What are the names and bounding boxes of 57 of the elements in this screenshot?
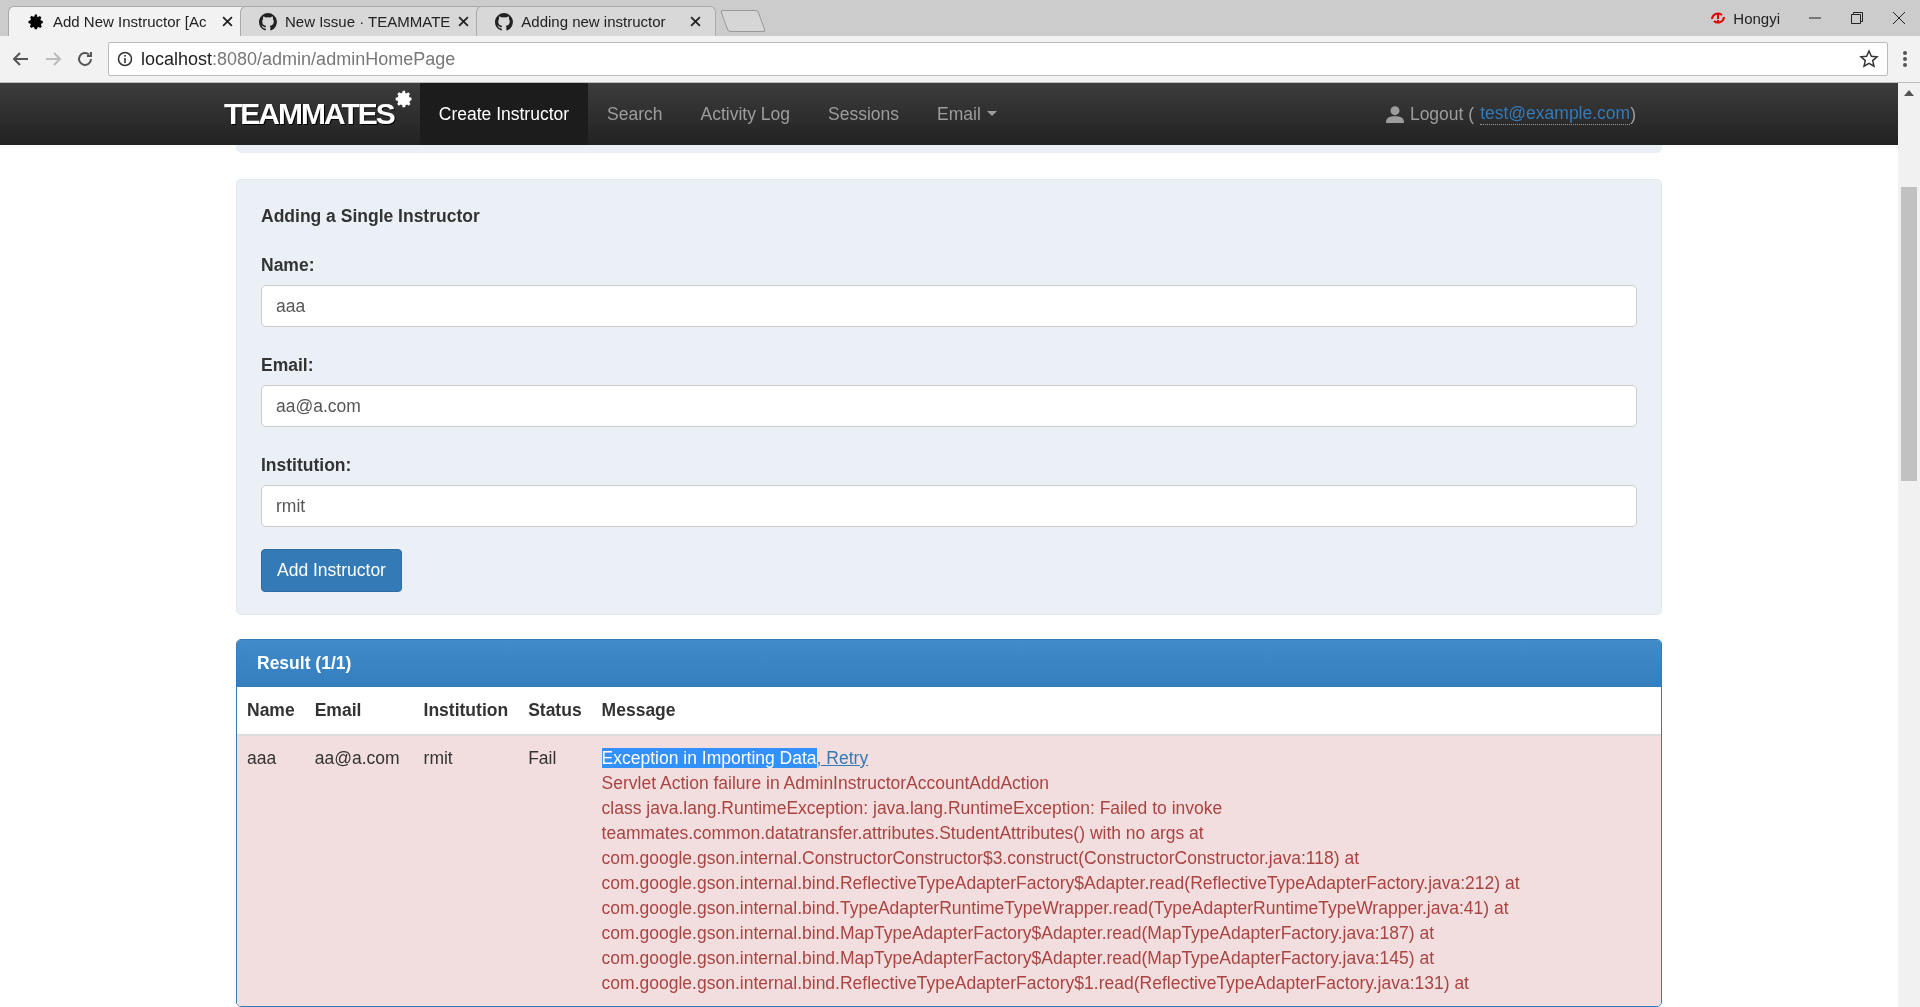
user-icon: [1385, 105, 1404, 123]
logout-link[interactable]: Logout (: [1409, 103, 1475, 125]
tab-title: Add New Instructor [Ac: [53, 13, 208, 30]
tab-title: New Issue · TEAMMATE: [285, 13, 451, 30]
error-line: com.google.gson.internal.bind.TypeAdapterRuntimeTypeWrapper.read(TypeAdapterRuntimeTypeWrapper.java:41) at: [601, 897, 1510, 920]
error-line: com.google.gson.internal.bind.MapTypeAdapterFactory$Adapter.read(MapTypeAdapterFactory.java:187) at: [601, 922, 1435, 945]
error-line: com.google.gson.internal.bind.ReflectiveTypeAdapterFactory$1.read(ReflectiveTypeAdapterFactory.java:131) at: [601, 972, 1470, 995]
table-cell: rmit: [413, 735, 519, 1006]
restore-icon[interactable]: [1850, 11, 1864, 25]
gear-icon: [393, 89, 414, 109]
star-icon[interactable]: [1859, 49, 1879, 69]
close-icon[interactable]: [690, 16, 702, 27]
error-line: teammates.common.datatransfer.attributes.StudentAttributes() with no args at: [601, 822, 1205, 845]
scrollbar[interactable]: [1898, 83, 1920, 1007]
cat-silhouette-icon: [495, 12, 514, 31]
scroll-thumb[interactable]: [1901, 187, 1917, 481]
error-line: class java.lang.RuntimeException: java.lang.RuntimeException: Failed to invoke: [601, 797, 1224, 820]
input-field[interactable]: aaa: [261, 285, 1637, 327]
table-cell: aaa: [237, 735, 305, 1006]
nav-link[interactable]: Search: [588, 83, 682, 145]
close-icon[interactable]: [222, 16, 233, 27]
form-title: Adding a Single Instructor: [261, 206, 481, 227]
back-arrow-icon[interactable]: [12, 50, 30, 68]
nav-link[interactable]: Sessions: [809, 83, 919, 145]
nav-link[interactable]: Create Instructor: [419, 83, 589, 145]
info-icon[interactable]: [117, 51, 133, 67]
cat-silhouette-icon: [259, 12, 277, 31]
close-icon[interactable]: [1892, 11, 1906, 25]
closing-parenthesis: ): [1630, 103, 1636, 125]
input-field[interactable]: aa@a.com: [261, 385, 1637, 427]
tab-title: Adding new instructor: [521, 13, 667, 30]
address-field[interactable]: localhost:8080/admin/adminHomePage: [108, 42, 1888, 76]
error-line: com.google.gson.internal.bind.ReflectiveTypeAdapterFactory$Adapter.read(ReflectiveTypeAdapterFactory.java:212) at: [601, 872, 1521, 895]
error-line: Servlet Action failure in AdminInstructorAccountAddAction: [601, 772, 1051, 795]
error-line: com.google.gson.internal.ConstructorConstructor$3.construct(ConstructorConstructor.java:118) at: [601, 847, 1360, 870]
error-heading: Exception in Importing Data: [601, 748, 817, 768]
field-label: Email:: [261, 355, 315, 376]
table-cell: Fail: [518, 735, 592, 1006]
field-label: Institution:: [261, 455, 353, 476]
scroll-up-icon[interactable]: [1904, 89, 1914, 97]
reload-icon[interactable]: [76, 50, 94, 68]
sync-error-icon: [1709, 10, 1728, 26]
gear-icon: [27, 12, 45, 31]
field-label: Name:: [261, 255, 316, 276]
panel-title: Result (1/1): [237, 640, 1661, 687]
table-cell: aa@a.com: [304, 735, 414, 1006]
close-icon[interactable]: [458, 16, 470, 27]
brand-logo[interactable]: TEAMMATES: [224, 97, 394, 131]
retry-link[interactable]: , Retry: [816, 748, 869, 768]
menu-icon[interactable]: [1902, 50, 1908, 68]
nav-link[interactable]: Activity Log: [681, 83, 810, 145]
error-line: com.google.gson.internal.bind.MapTypeAdapterFactory$Adapter.read(MapTypeAdapterFactory.java:145) at: [601, 947, 1435, 970]
profile-button[interactable]: Hongyi: [1709, 9, 1780, 27]
browser-tab[interactable]: Adding new instructor: [476, 6, 717, 36]
input-field[interactable]: rmit: [261, 485, 1637, 527]
add-instructor-button[interactable]: Add Instructor: [261, 549, 402, 592]
nav-link[interactable]: Email: [918, 83, 1016, 145]
